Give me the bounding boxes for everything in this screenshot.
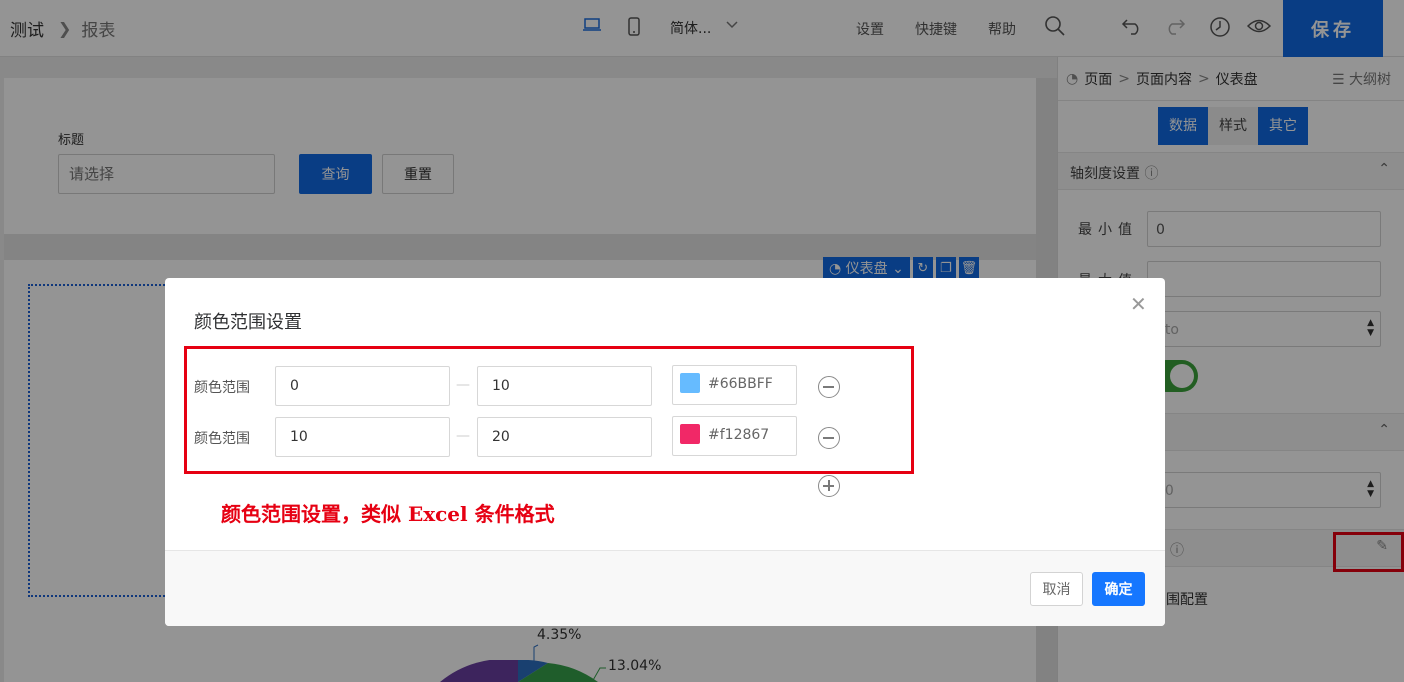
range-from-input-1[interactable]: 0 bbox=[275, 366, 450, 406]
range-from-input-2[interactable]: 10 bbox=[275, 417, 450, 457]
color-swatch-1[interactable] bbox=[680, 373, 700, 393]
remove-row-icon[interactable] bbox=[818, 376, 840, 398]
add-row-icon[interactable] bbox=[818, 475, 840, 497]
remove-row-icon[interactable] bbox=[818, 427, 840, 449]
color-hex-1: #66BBFF bbox=[708, 376, 773, 392]
color-picker-1[interactable]: #66BBFF bbox=[672, 365, 797, 405]
color-picker-2[interactable]: #f12867 bbox=[672, 416, 797, 456]
range-to-input-1[interactable]: 10 bbox=[477, 366, 652, 406]
close-icon[interactable]: ✕ bbox=[1130, 292, 1147, 316]
color-range-label-2: 颜色范围 bbox=[194, 431, 250, 447]
dialog-title: 颜色范围设置 bbox=[194, 312, 302, 333]
dialog-footer bbox=[165, 550, 1165, 626]
annotation-text: 颜色范围设置，类似 Excel 条件格式 bbox=[221, 502, 555, 526]
color-hex-2: #f12867 bbox=[708, 427, 770, 443]
color-range-dialog: 颜色范围设置 ✕ 颜色范围 0 — 10 #66BBFF 颜色范围 10 — 2… bbox=[165, 278, 1165, 626]
range-to-input-2[interactable]: 20 bbox=[477, 417, 652, 457]
cancel-button[interactable]: 取消 bbox=[1030, 572, 1083, 606]
color-range-label-1: 颜色范围 bbox=[194, 380, 250, 396]
range-dash-2: — bbox=[456, 428, 470, 444]
color-swatch-2[interactable] bbox=[680, 424, 700, 444]
ok-button[interactable]: 确定 bbox=[1092, 572, 1145, 606]
range-dash-1: — bbox=[456, 377, 470, 393]
